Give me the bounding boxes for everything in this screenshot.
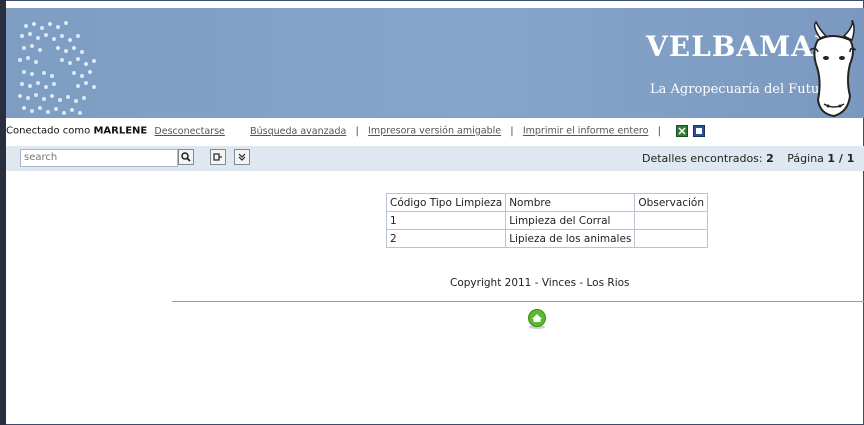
- records-info: Detalles encontrados: 2 Página 1 / 1 R: [642, 152, 864, 165]
- separator: |: [657, 125, 661, 137]
- dot-pattern-logo: [18, 21, 96, 115]
- copyright-text: Copyright 2011 - Vinces - Los Rios: [450, 277, 630, 289]
- header-banner: VELBAMAL La Agropecuaría del Futuro.: [6, 8, 864, 118]
- records-count: 2: [766, 152, 774, 165]
- cell-codigo: 2: [385, 229, 507, 248]
- cell-nombre: Lipieza de los animales: [505, 229, 636, 248]
- magnifier-icon: [181, 152, 191, 162]
- records-label: Detalles encontrados:: [642, 152, 767, 165]
- separator: |: [510, 125, 514, 137]
- word-icon[interactable]: [693, 125, 706, 137]
- chevron-down-double-icon: [238, 153, 246, 161]
- search-button[interactable]: [178, 149, 194, 165]
- cell-observacion: [634, 229, 709, 248]
- filter-icon: [213, 153, 222, 161]
- user-link-bar: Conectado como MARLENE Desconectarse Bús…: [6, 125, 864, 139]
- page-label: Página: [787, 152, 828, 165]
- username: MARLENE: [93, 125, 148, 137]
- connected-as-label: Conectado como: [6, 125, 94, 137]
- cell-nombre: Limpieza del Corral: [505, 211, 636, 230]
- cell-codigo: 1: [385, 211, 507, 230]
- search-toolbar: Detalles encontrados: 2 Página 1 / 1 R: [6, 146, 864, 171]
- excel-icon[interactable]: [676, 125, 689, 137]
- print-all-link[interactable]: Imprimir el informe entero: [523, 126, 649, 137]
- disconnect-link[interactable]: Desconectarse: [154, 126, 224, 137]
- column-header-observacion[interactable]: Observación: [634, 193, 709, 212]
- page-value: 1 / 1: [827, 152, 855, 165]
- column-header-codigo[interactable]: Código Tipo Limpieza: [385, 193, 507, 212]
- cell-observacion: [634, 211, 709, 230]
- home-icon[interactable]: [526, 308, 548, 330]
- cow-logo-icon: [809, 20, 857, 118]
- printer-friendly-link[interactable]: Impresora versión amigable: [368, 126, 501, 137]
- table-row[interactable]: 2 Lipieza de los animales: [385, 229, 709, 248]
- column-header-nombre[interactable]: Nombre: [505, 193, 636, 212]
- data-table: Código Tipo Limpieza Nombre Observación …: [385, 193, 709, 248]
- options-button[interactable]: [234, 149, 250, 165]
- table-row[interactable]: 1 Limpieza del Corral: [385, 211, 709, 230]
- filter-button[interactable]: [210, 149, 226, 165]
- advanced-search-link[interactable]: Búsqueda avanzada: [250, 126, 346, 137]
- search-input[interactable]: [20, 149, 178, 167]
- separator: |: [355, 125, 359, 137]
- footer-divider: [172, 301, 864, 302]
- table-header-row: Código Tipo Limpieza Nombre Observación: [385, 193, 709, 212]
